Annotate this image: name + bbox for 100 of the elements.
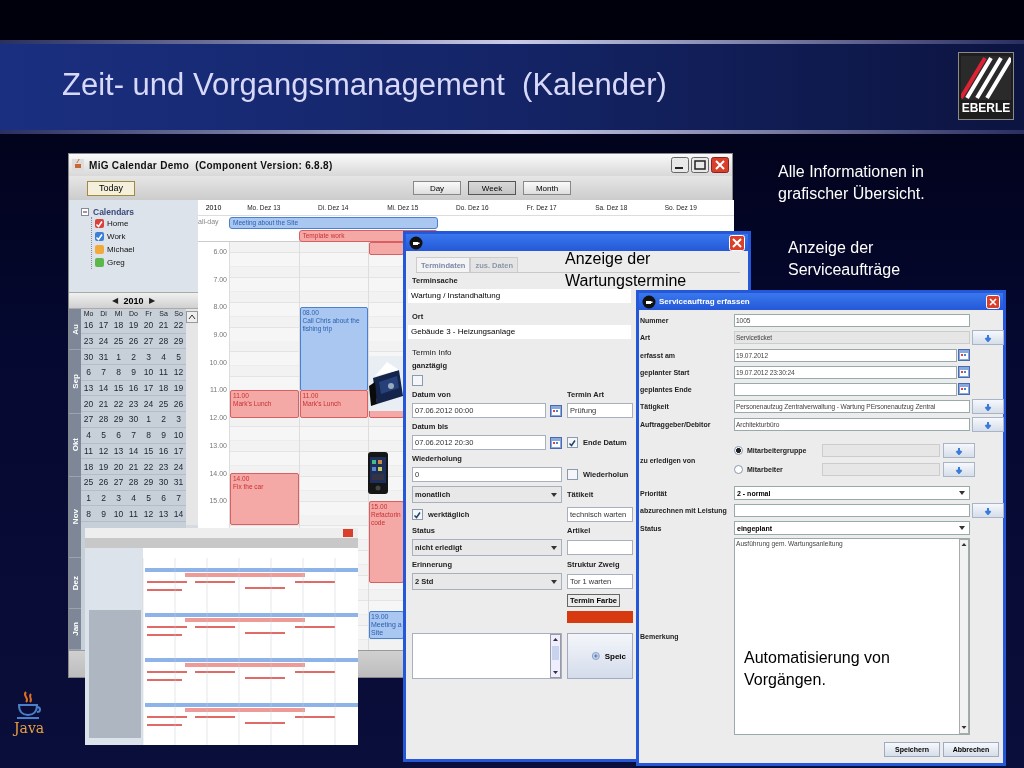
date-cell[interactable]: 28 <box>96 414 111 425</box>
date-cell[interactable]: 1 <box>81 492 96 503</box>
date-cell[interactable]: 6 <box>111 430 126 441</box>
date-cell[interactable]: 4 <box>126 492 141 503</box>
date-cell[interactable]: 26 <box>171 398 186 409</box>
date-cell[interactable]: 26 <box>96 477 111 488</box>
date-cell[interactable]: 25 <box>81 477 96 488</box>
date-cell[interactable]: 16 <box>81 320 96 331</box>
date-cell[interactable]: 13 <box>156 508 171 519</box>
date-cell[interactable]: 23 <box>81 336 96 347</box>
date-cell[interactable]: 15 <box>111 383 126 394</box>
close-button[interactable] <box>711 157 729 173</box>
calendar-checkbox[interactable] <box>95 258 104 267</box>
date-cell[interactable]: 3 <box>141 351 156 362</box>
date-cell[interactable]: 25 <box>111 336 126 347</box>
date-cell[interactable]: 22 <box>171 320 186 331</box>
date-cell[interactable]: 30 <box>126 414 141 425</box>
save-button[interactable]: Speic <box>567 633 633 679</box>
date-cell[interactable]: 17 <box>96 320 111 331</box>
date-cell[interactable]: 29 <box>141 477 156 488</box>
date-cell[interactable]: 21 <box>156 320 171 331</box>
previous-button[interactable]: ◀ <box>112 296 119 305</box>
date-cell[interactable]: 3 <box>171 414 186 425</box>
picker-button[interactable] <box>943 462 975 477</box>
checkbox[interactable] <box>412 509 423 520</box>
date-cell[interactable]: 11 <box>126 508 141 519</box>
date-cell[interactable]: 9 <box>156 430 171 441</box>
date-cell[interactable]: 1 <box>141 414 156 425</box>
date-cell[interactable]: 3 <box>111 492 126 503</box>
scrollbar[interactable] <box>550 634 561 678</box>
date-cell[interactable]: 6 <box>81 367 96 378</box>
calendar-checkbox[interactable] <box>95 245 104 254</box>
date-cell[interactable]: 22 <box>141 461 156 472</box>
date-cell[interactable]: 29 <box>171 336 186 347</box>
picker-button[interactable] <box>972 503 1004 518</box>
date-cell[interactable]: 5 <box>171 351 186 362</box>
date-cell[interactable]: 24 <box>171 461 186 472</box>
date-cell[interactable]: 13 <box>111 445 126 456</box>
date-cell[interactable]: 17 <box>171 445 186 456</box>
date-cell[interactable]: 24 <box>96 336 111 347</box>
date-cell[interactable]: 9 <box>96 508 111 519</box>
date-cell[interactable]: 19 <box>126 320 141 331</box>
radio-button[interactable] <box>734 446 743 455</box>
date-cell[interactable]: 18 <box>81 461 96 472</box>
collapse-toggle[interactable] <box>81 208 89 216</box>
picker-button[interactable] <box>943 443 975 458</box>
checkbox[interactable] <box>567 437 578 448</box>
calendar-button[interactable] <box>958 366 970 378</box>
date-cell[interactable]: 27 <box>81 414 96 425</box>
date-cell[interactable]: 11 <box>156 367 171 378</box>
maximize-button[interactable] <box>691 157 709 173</box>
date-cell[interactable]: 23 <box>126 398 141 409</box>
date-cell[interactable]: 19 <box>96 461 111 472</box>
calendar-event[interactable] <box>369 242 404 255</box>
picker-button[interactable] <box>972 330 1004 345</box>
date-field[interactable] <box>734 382 957 396</box>
date-cell[interactable]: 8 <box>111 367 126 378</box>
scrollbar[interactable] <box>959 539 969 734</box>
date-cell[interactable]: 20 <box>111 461 126 472</box>
date-cell[interactable]: 7 <box>96 367 111 378</box>
text-field[interactable]: Gebäude 3 - Heizungsanlage <box>408 325 631 339</box>
calendar-checkbox[interactable] <box>95 219 104 228</box>
date-cell[interactable]: 29 <box>111 414 126 425</box>
text-field[interactable] <box>734 504 970 517</box>
date-cell[interactable]: 31 <box>171 477 186 488</box>
view-button[interactable]: Day <box>413 181 461 195</box>
date-cell[interactable]: 18 <box>111 320 126 331</box>
checkbox[interactable] <box>567 469 578 480</box>
radio-button[interactable] <box>734 465 743 474</box>
date-cell[interactable]: 12 <box>96 445 111 456</box>
date-cell[interactable]: 4 <box>156 351 171 362</box>
date-cell[interactable]: 19 <box>171 383 186 394</box>
checkbox[interactable] <box>412 374 423 386</box>
date-cell[interactable]: 21 <box>96 398 111 409</box>
calendar-button[interactable] <box>550 404 562 417</box>
date-cell[interactable]: 2 <box>96 492 111 503</box>
date-cell[interactable]: 8 <box>81 508 96 519</box>
date-cell[interactable]: 22 <box>111 398 126 409</box>
text-area[interactable] <box>412 633 562 679</box>
date-cell[interactable]: 14 <box>96 383 111 394</box>
date-cell[interactable]: 2 <box>156 414 171 425</box>
date-cell[interactable]: 30 <box>81 351 96 362</box>
scroll-up-icon[interactable] <box>186 311 198 323</box>
calendar-button[interactable] <box>958 349 970 361</box>
date-cell[interactable]: 31 <box>96 351 111 362</box>
date-cell[interactable]: 7 <box>171 492 186 503</box>
date-cell[interactable]: 16 <box>126 383 141 394</box>
date-cell[interactable]: 2 <box>126 351 141 362</box>
calendar-button[interactable] <box>958 383 970 395</box>
text-field[interactable] <box>567 540 633 555</box>
date-cell[interactable]: 5 <box>96 430 111 441</box>
date-cell[interactable]: 28 <box>126 477 141 488</box>
date-cell[interactable]: 20 <box>141 320 156 331</box>
date-cell[interactable]: 14 <box>126 445 141 456</box>
date-cell[interactable]: 6 <box>156 492 171 503</box>
date-cell[interactable]: 30 <box>156 477 171 488</box>
next-button[interactable]: ▶ <box>148 296 155 305</box>
date-cell[interactable]: 10 <box>141 367 156 378</box>
date-cell[interactable]: 20 <box>81 398 96 409</box>
picker-button[interactable] <box>972 399 1004 414</box>
